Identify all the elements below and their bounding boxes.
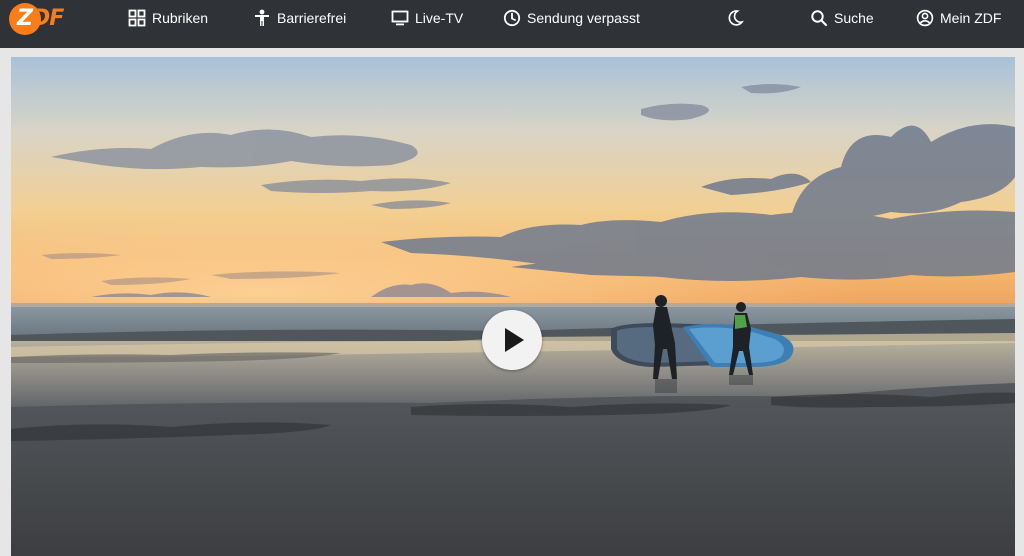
nav-item-mein-zdf[interactable]: Mein ZDF xyxy=(916,8,1001,28)
nav-item-live-tv[interactable]: Live-TV xyxy=(391,8,463,28)
nav-item-barrierefrei[interactable]: Barrierefrei xyxy=(253,8,346,28)
nav-label-live-tv: Live-TV xyxy=(415,10,464,26)
dark-mode-toggle[interactable] xyxy=(726,8,750,28)
search-icon xyxy=(810,9,828,27)
nav-label-barrierefrei: Barrierefrei xyxy=(277,10,347,26)
nav-item-suche[interactable]: Suche xyxy=(810,8,874,28)
top-navigation-bar: ZDF Rubriken Barrierefrei Live-TV Sendun… xyxy=(0,0,1024,48)
accessibility-icon xyxy=(253,9,271,27)
play-icon xyxy=(505,328,524,352)
zdf-logo[interactable]: ZDF xyxy=(9,3,71,35)
nav-item-sendung-verpasst[interactable]: Sendung verpasst xyxy=(503,8,640,28)
grid-icon xyxy=(128,9,146,27)
nav-label-mein-zdf: Mein ZDF xyxy=(940,10,1002,26)
logo-wordmark: ZDF xyxy=(17,6,64,31)
tv-icon xyxy=(391,9,409,27)
moon-icon xyxy=(726,9,744,27)
nav-label-suche: Suche xyxy=(834,10,874,26)
nav-item-rubriken[interactable]: Rubriken xyxy=(128,8,208,28)
hero-image xyxy=(11,57,1015,556)
nav-label-sendung-verpasst: Sendung verpasst xyxy=(527,10,640,26)
hero-video-teaser[interactable] xyxy=(11,57,1015,556)
clock-icon xyxy=(503,9,521,27)
nav-label-rubriken: Rubriken xyxy=(152,10,209,26)
user-circle-icon xyxy=(916,9,934,27)
play-button[interactable] xyxy=(482,310,542,370)
